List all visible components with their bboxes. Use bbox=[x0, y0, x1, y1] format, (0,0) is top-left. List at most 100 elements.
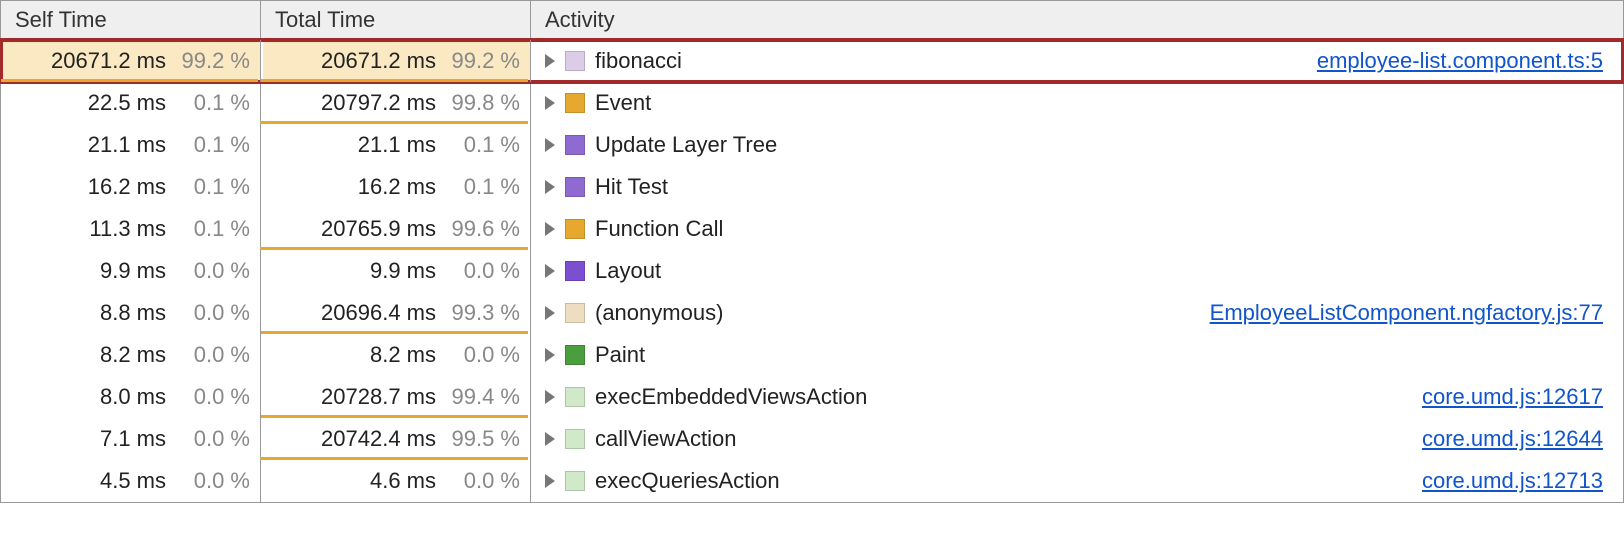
activity-label: (anonymous) bbox=[595, 300, 1200, 326]
header-total-time[interactable]: Total Time bbox=[261, 1, 531, 39]
time-bar bbox=[1, 79, 258, 82]
time-ms: 20797.2 ms bbox=[321, 90, 436, 116]
time-pct: 99.2 % bbox=[446, 48, 520, 74]
self-time-cell: 4.5 ms0.0 % bbox=[1, 460, 261, 502]
activity-label: fibonacci bbox=[595, 48, 1307, 74]
category-swatch-icon bbox=[565, 135, 585, 155]
table-row[interactable]: 21.1 ms0.1 %21.1 ms0.1 %Update Layer Tre… bbox=[1, 124, 1623, 166]
activity-label: Paint bbox=[595, 342, 1603, 368]
time-pct: 99.6 % bbox=[446, 216, 520, 242]
time-ms: 20765.9 ms bbox=[321, 216, 436, 242]
self-time-cell: 16.2 ms 0.1 % bbox=[1, 166, 261, 208]
category-swatch-icon bbox=[565, 387, 585, 407]
time-pct: 0.0 % bbox=[176, 342, 250, 368]
total-time-cell: 20742.4 ms 99.5 % bbox=[261, 418, 531, 460]
time-pct: 0.0 % bbox=[176, 468, 250, 494]
activity-label: Layout bbox=[595, 258, 1603, 284]
time-ms: 7.1 ms bbox=[100, 426, 166, 452]
total-time-cell: 21.1 ms0.1 % bbox=[261, 124, 531, 166]
self-time-cell: 11.3 ms0.1 % bbox=[1, 208, 261, 250]
time-ms: 20696.4 ms bbox=[321, 300, 436, 326]
total-time-cell: 20671.2 ms99.2 % bbox=[261, 40, 531, 82]
activity-cell: execQueriesActioncore.umd.js:12713 bbox=[531, 460, 1623, 502]
time-pct: 0.0 % bbox=[176, 384, 250, 410]
header-self-time[interactable]: Self Time bbox=[1, 1, 261, 39]
expand-icon[interactable] bbox=[545, 222, 555, 236]
activity-label: execEmbeddedViewsAction bbox=[595, 384, 1412, 410]
source-link[interactable]: employee-list.component.ts:5 bbox=[1317, 48, 1603, 74]
table-row[interactable]: 11.3 ms0.1 % 20765.9 ms 99.6 % Function Cal… bbox=[1, 208, 1623, 250]
time-pct: 99.5 % bbox=[446, 426, 520, 452]
table-row[interactable]: 22.5 ms0.1 % 20797.2 ms 99.8 % Event bbox=[1, 82, 1623, 124]
time-pct: 99.8 % bbox=[446, 90, 520, 116]
category-swatch-icon bbox=[565, 261, 585, 281]
time-pct: 0.0 % bbox=[446, 342, 520, 368]
time-ms: 16.2 ms bbox=[358, 174, 436, 200]
time-ms: 8.0 ms bbox=[100, 384, 166, 410]
table-row[interactable]: 7.1 ms0.0 % 20742.4 ms 99.5 % callViewActio… bbox=[1, 418, 1623, 460]
activity-label: Update Layer Tree bbox=[595, 132, 1603, 158]
total-time-cell: 4.6 ms0.0 % bbox=[261, 460, 531, 502]
table-row[interactable]: 4.5 ms0.0 %4.6 ms0.0 %execQueriesActionc… bbox=[1, 460, 1623, 502]
time-ms: 21.1 ms bbox=[88, 132, 166, 158]
time-ms: 9.9 ms bbox=[100, 258, 166, 284]
source-link[interactable]: core.umd.js:12644 bbox=[1422, 426, 1603, 452]
table-row[interactable]: 20671.2 ms99.2 %20671.2 ms99.2 %fibonacc… bbox=[1, 40, 1623, 82]
expand-icon[interactable] bbox=[545, 180, 555, 194]
self-time-cell: 20671.2 ms99.2 % bbox=[1, 40, 261, 82]
time-pct: 0.1 % bbox=[176, 132, 250, 158]
table-row[interactable]: 16.2 ms0.1 %16.2 ms0.1 %Hit Test bbox=[1, 166, 1623, 208]
expand-icon[interactable] bbox=[545, 474, 555, 488]
source-link[interactable]: core.umd.js:12617 bbox=[1422, 384, 1603, 410]
activity-cell: Paint bbox=[531, 334, 1623, 376]
table-row[interactable]: 8.0 ms 0.0 % 20728.7 ms 99.4 % execEmbeddedV… bbox=[1, 376, 1623, 418]
category-swatch-icon bbox=[565, 303, 585, 323]
category-swatch-icon bbox=[565, 219, 585, 239]
expand-icon[interactable] bbox=[545, 306, 555, 320]
total-time-cell: 8.2 ms0.0 % bbox=[261, 334, 531, 376]
expand-icon[interactable] bbox=[545, 390, 555, 404]
self-time-cell: 21.1 ms 0.1 % bbox=[1, 124, 261, 166]
total-time-cell: 20765.9 ms 99.6 % bbox=[261, 208, 531, 250]
self-time-cell: 22.5 ms0.1 % bbox=[1, 82, 261, 124]
time-pct: 0.0 % bbox=[446, 258, 520, 284]
time-ms: 8.2 ms bbox=[100, 342, 166, 368]
expand-icon[interactable] bbox=[545, 96, 555, 110]
activity-cell: Function Call bbox=[531, 208, 1623, 250]
activity-label: callViewAction bbox=[595, 426, 1412, 452]
activity-label: Event bbox=[595, 90, 1603, 116]
time-ms: 11.3 ms bbox=[89, 216, 166, 242]
time-pct: 99.4 % bbox=[446, 384, 520, 410]
expand-icon[interactable] bbox=[545, 54, 555, 68]
source-link[interactable]: EmployeeListComponent.ngfactory.js:77 bbox=[1210, 300, 1603, 326]
expand-icon[interactable] bbox=[545, 264, 555, 278]
time-pct: 99.3 % bbox=[446, 300, 520, 326]
table-row[interactable]: 8.2 ms0.0 %8.2 ms0.0 %Paint bbox=[1, 334, 1623, 376]
time-ms: 20728.7 ms bbox=[321, 384, 436, 410]
time-ms: 16.2 ms bbox=[88, 174, 166, 200]
total-time-cell: 16.2 ms0.1 % bbox=[261, 166, 531, 208]
header-activity[interactable]: Activity bbox=[531, 1, 1623, 39]
profiler-table: Self Time Total Time Activity 20671.2 ms… bbox=[0, 0, 1624, 503]
total-time-cell: 20797.2 ms 99.8 % bbox=[261, 82, 531, 124]
table-row[interactable]: 8.8 ms0.0 %20696.4 ms99.3 %(anonymous)Em… bbox=[1, 292, 1623, 334]
activity-cell: Event bbox=[531, 82, 1623, 124]
expand-icon[interactable] bbox=[545, 138, 555, 152]
total-time-cell: 20728.7 ms 99.4 % bbox=[261, 376, 531, 418]
time-ms: 20742.4 ms bbox=[321, 426, 436, 452]
activity-cell: Update Layer Tree bbox=[531, 124, 1623, 166]
category-swatch-icon bbox=[565, 177, 585, 197]
source-link[interactable]: core.umd.js:12713 bbox=[1422, 468, 1603, 494]
time-ms: 9.9 ms bbox=[370, 258, 436, 284]
activity-label: Function Call bbox=[595, 216, 1603, 242]
expand-icon[interactable] bbox=[545, 432, 555, 446]
table-row[interactable]: 9.9 ms0.0 %9.9 ms0.0 %Layout bbox=[1, 250, 1623, 292]
activity-cell: (anonymous) EmployeeListComponent.ngfacto… bbox=[531, 292, 1623, 334]
time-pct: 0.0 % bbox=[176, 300, 250, 326]
activity-cell: fibonacci employee-list.component.ts:5 bbox=[531, 40, 1623, 82]
self-time-cell: 7.1 ms0.0 % bbox=[1, 418, 261, 460]
time-pct: 0.1 % bbox=[176, 174, 250, 200]
expand-icon[interactable] bbox=[545, 348, 555, 362]
time-pct: 0.1 % bbox=[176, 90, 250, 116]
time-pct: 99.2 % bbox=[176, 48, 250, 74]
